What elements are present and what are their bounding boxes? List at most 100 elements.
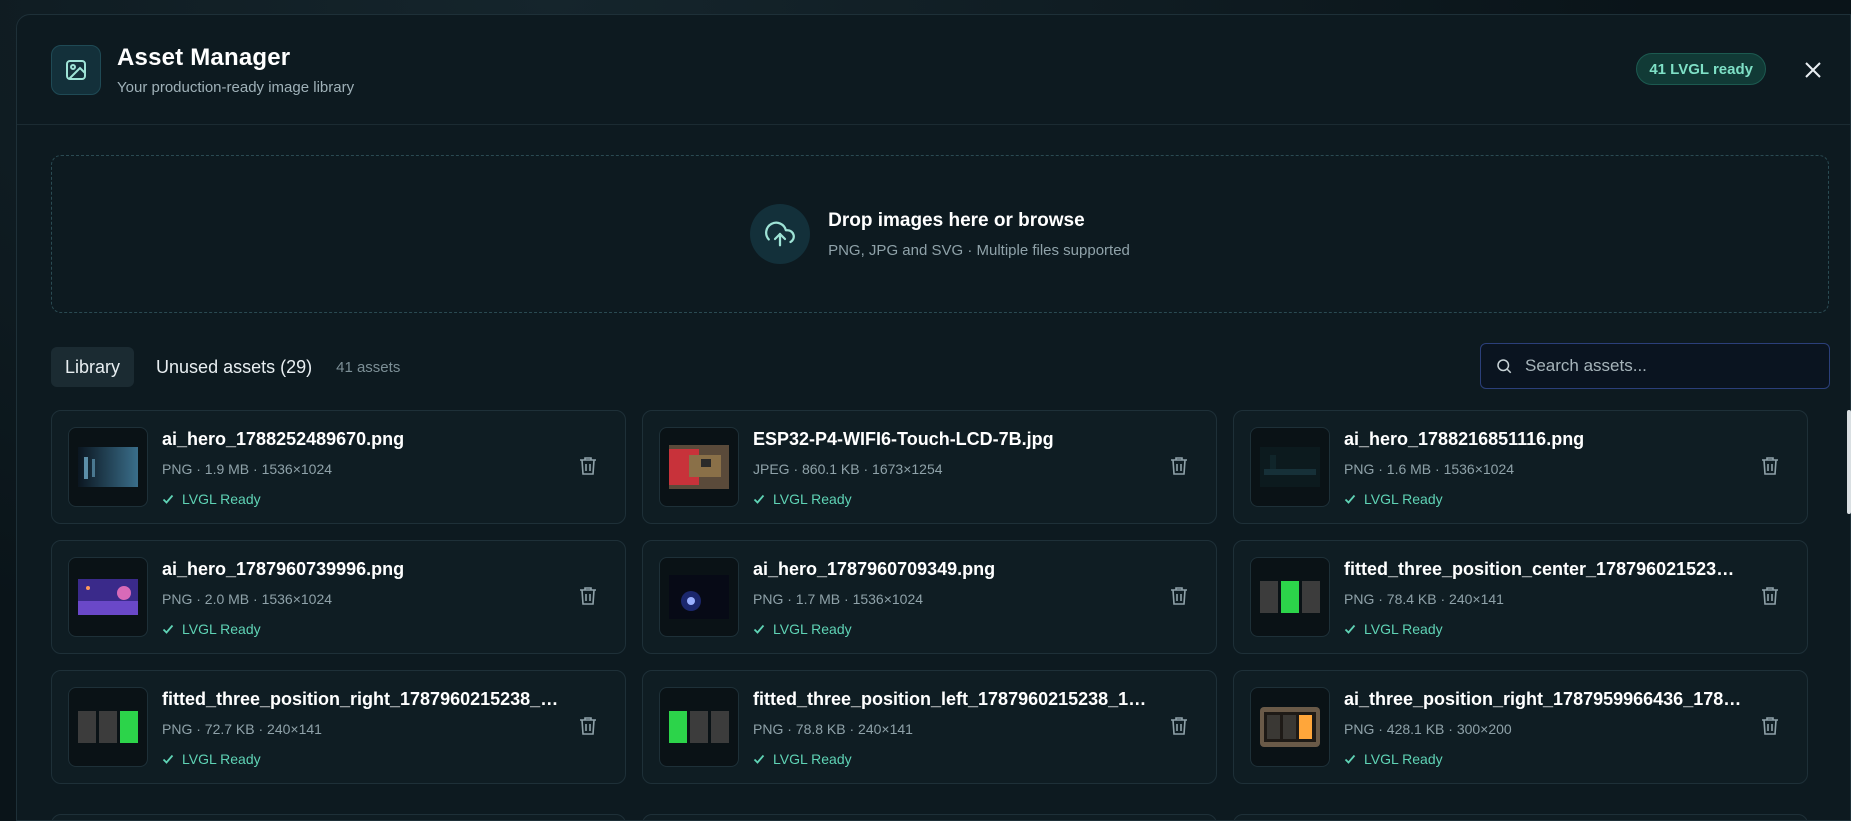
trash-icon	[580, 587, 596, 605]
asset-thumbnail	[659, 557, 739, 637]
status-label: LVGL Ready	[773, 621, 852, 637]
trash-icon	[580, 457, 596, 475]
status-label: LVGL Ready	[773, 491, 852, 507]
check-icon	[753, 754, 765, 764]
search-input[interactable]	[1525, 356, 1815, 376]
page-subtitle: Your production-ready image library	[117, 78, 355, 96]
page-title: Asset Manager	[117, 43, 291, 71]
delete-button[interactable]	[1170, 586, 1190, 608]
asset-card-partial	[51, 814, 626, 820]
upload-cloud-icon	[750, 204, 811, 264]
asset-meta: PNG · 2.0 MB · 1536×1024	[162, 591, 333, 607]
lvgl-status: LVGL Ready	[162, 621, 261, 637]
asset-manager-modal: Asset Manager Your production-ready imag…	[16, 14, 1851, 821]
search-icon	[1497, 359, 1512, 374]
asset-meta: PNG · 72.7 KB · 240×141	[162, 721, 322, 737]
lvgl-status: LVGL Ready	[162, 491, 261, 507]
trash-icon	[1171, 717, 1187, 735]
delete-button[interactable]	[1170, 456, 1190, 478]
asset-card[interactable]: ai_hero_1787960709349.png PNG · 1.7 MB ·…	[642, 540, 1217, 654]
asset-thumbnail	[1250, 427, 1330, 507]
asset-card[interactable]: fitted_three_position_left_1787960215238…	[642, 670, 1217, 784]
check-icon	[162, 754, 174, 764]
tab-bar: Library Unused assets (29) 41 assets	[51, 347, 400, 387]
check-icon	[162, 494, 174, 504]
lvgl-status: LVGL Ready	[753, 491, 852, 507]
trash-icon	[1171, 457, 1187, 475]
check-icon	[162, 624, 174, 634]
asset-name: ESP32-P4-WIFI6-Touch-LCD-7B.jpg	[753, 429, 1054, 449]
asset-thumbnail	[659, 687, 739, 767]
tab-unused-assets[interactable]: Unused assets (29)	[142, 347, 326, 387]
asset-name: ai_hero_1787960709349.png	[753, 559, 996, 579]
delete-button[interactable]	[579, 586, 599, 608]
asset-count: 41 assets	[336, 358, 401, 376]
status-label: LVGL Ready	[1364, 751, 1443, 767]
asset-card[interactable]: ai_hero_1787960739996.png PNG · 2.0 MB ·…	[51, 540, 626, 654]
dropzone-title: Drop images here or browse	[828, 209, 1085, 231]
asset-thumbnail	[659, 427, 739, 507]
asset-thumbnail	[68, 687, 148, 767]
status-label: LVGL Ready	[182, 621, 261, 637]
trash-icon	[1171, 587, 1187, 605]
asset-name: fitted_three_position_right_178796021523…	[162, 689, 562, 709]
check-icon	[1344, 754, 1356, 764]
lvgl-status: LVGL Ready	[1344, 621, 1443, 637]
close-icon	[1805, 62, 1821, 78]
close-button[interactable]	[1800, 57, 1826, 83]
delete-button[interactable]	[579, 716, 599, 738]
asset-thumbnail	[68, 557, 148, 637]
dropzone-subtitle: PNG, JPG and SVG · Multiple files suppor…	[828, 241, 1130, 259]
delete-button[interactable]	[1170, 716, 1190, 738]
asset-card[interactable]: fitted_three_position_center_17879602152…	[1233, 540, 1808, 654]
asset-card[interactable]: ESP32-P4-WIFI6-Touch-LCD-7B.jpg JPEG · 8…	[642, 410, 1217, 524]
asset-card-partial	[1233, 814, 1808, 820]
asset-meta: PNG · 428.1 KB · 300×200	[1344, 721, 1512, 737]
lvgl-status: LVGL Ready	[162, 751, 261, 767]
asset-meta: PNG · 1.7 MB · 1536×1024	[753, 591, 924, 607]
trash-icon	[1762, 457, 1778, 475]
upload-dropzone[interactable]: Drop images here or browse PNG, JPG and …	[51, 155, 1829, 313]
asset-name: ai_hero_1787960739996.png	[162, 559, 405, 579]
asset-card[interactable]: fitted_three_position_right_178796021523…	[51, 670, 626, 784]
trash-icon	[1762, 587, 1778, 605]
asset-thumbnail	[68, 427, 148, 507]
asset-grid: ai_hero_1788252489670.png PNG · 1.9 MB ·…	[51, 410, 1829, 784]
next-row-partial	[51, 814, 1829, 820]
delete-button[interactable]	[1761, 456, 1781, 478]
asset-thumbnail	[1250, 687, 1330, 767]
tab-library[interactable]: Library	[51, 347, 135, 387]
trash-icon	[1762, 717, 1778, 735]
status-label: LVGL Ready	[773, 751, 852, 767]
asset-card[interactable]: ai_three_position_right_1787959966436_17…	[1233, 670, 1808, 784]
check-icon	[1344, 494, 1356, 504]
delete-button[interactable]	[1761, 586, 1781, 608]
scrollbar[interactable]	[1847, 410, 1851, 514]
lvgl-status: LVGL Ready	[1344, 491, 1443, 507]
asset-name: fitted_three_position_center_17879602152…	[1344, 559, 1744, 579]
trash-icon	[580, 717, 596, 735]
modal-header: Asset Manager Your production-ready imag…	[17, 15, 1850, 125]
asset-meta: PNG · 78.8 KB · 240×141	[753, 721, 913, 737]
status-badge: 41 LVGL ready	[1636, 53, 1766, 85]
asset-name: ai_hero_1788252489670.png	[162, 429, 405, 449]
asset-meta: PNG · 78.4 KB · 240×141	[1344, 591, 1504, 607]
status-label: LVGL Ready	[182, 751, 261, 767]
asset-name: ai_hero_1788216851116.png	[1344, 429, 1585, 449]
lvgl-status: LVGL Ready	[1344, 751, 1443, 767]
asset-card[interactable]: ai_hero_1788216851116.png PNG · 1.6 MB ·…	[1233, 410, 1808, 524]
search-box	[1480, 343, 1830, 389]
asset-card[interactable]: ai_hero_1788252489670.png PNG · 1.9 MB ·…	[51, 410, 626, 524]
status-label: LVGL Ready	[1364, 621, 1443, 637]
check-icon	[753, 624, 765, 634]
delete-button[interactable]	[1761, 716, 1781, 738]
delete-button[interactable]	[579, 456, 599, 478]
check-icon	[1344, 624, 1356, 634]
asset-name: ai_three_position_right_1787959966436_17…	[1344, 689, 1744, 709]
lvgl-status: LVGL Ready	[753, 621, 852, 637]
asset-thumbnail	[1250, 557, 1330, 637]
image-icon	[51, 44, 101, 95]
check-icon	[753, 494, 765, 504]
asset-meta: JPEG · 860.1 KB · 1673×1254	[753, 461, 943, 477]
status-label: LVGL Ready	[1364, 491, 1443, 507]
